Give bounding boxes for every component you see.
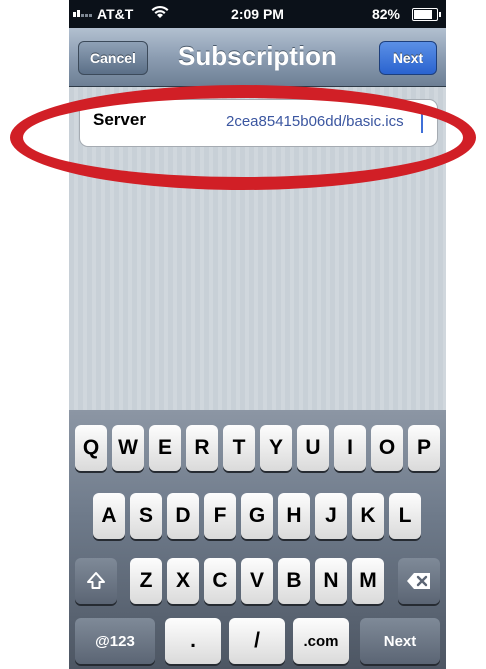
key-z[interactable]: Z [130, 558, 162, 604]
slash-key[interactable]: / [229, 618, 285, 664]
text-cursor [421, 111, 423, 133]
shift-key[interactable] [75, 558, 117, 604]
next-button[interactable]: Next [379, 41, 437, 75]
backspace-key[interactable] [398, 558, 440, 604]
key-y[interactable]: Y [260, 425, 292, 471]
key-g[interactable]: G [241, 493, 273, 539]
server-label: Server [93, 110, 146, 129]
battery-percent: 82% [371, 6, 400, 22]
phone-screen: AT&T 2:09 PM 82% Cancel Subscription Nex… [69, 0, 446, 669]
dotcom-key[interactable]: .com [293, 618, 349, 664]
key-w[interactable]: W [112, 425, 144, 471]
key-j[interactable]: J [315, 493, 347, 539]
server-input[interactable]: 2cea85415b06dd/basic.ics [226, 113, 404, 130]
key-v[interactable]: V [241, 558, 273, 604]
key-m[interactable]: M [352, 558, 384, 604]
key-f[interactable]: F [204, 493, 236, 539]
key-b[interactable]: B [278, 558, 310, 604]
key-r[interactable]: R [186, 425, 218, 471]
dot-key[interactable]: . [165, 618, 221, 664]
shift-icon [87, 572, 105, 589]
backspace-icon [407, 573, 430, 589]
key-l[interactable]: L [389, 493, 421, 539]
key-q[interactable]: Q [75, 425, 107, 471]
key-c[interactable]: C [204, 558, 236, 604]
navigation-bar: Cancel Subscription Next [69, 28, 446, 87]
key-o[interactable]: O [371, 425, 403, 471]
keyboard: Q W E R T Y U I O P A S D F G H J K L Z … [69, 410, 446, 669]
key-d[interactable]: D [167, 493, 199, 539]
key-s[interactable]: S [130, 493, 162, 539]
key-h[interactable]: H [278, 493, 310, 539]
key-x[interactable]: X [167, 558, 199, 604]
key-i[interactable]: I [334, 425, 366, 471]
key-e[interactable]: E [149, 425, 181, 471]
numbers-key[interactable]: @123 [75, 618, 155, 664]
status-bar: AT&T 2:09 PM 82% [69, 0, 446, 28]
key-n[interactable]: N [315, 558, 347, 604]
key-p[interactable]: P [408, 425, 440, 471]
key-u[interactable]: U [297, 425, 329, 471]
return-next-key[interactable]: Next [360, 618, 440, 664]
key-a[interactable]: A [93, 493, 125, 539]
form-area: Server 2cea85415b06dd/basic.ics [69, 87, 446, 410]
key-k[interactable]: K [352, 493, 384, 539]
key-t[interactable]: T [223, 425, 255, 471]
server-row[interactable]: Server 2cea85415b06dd/basic.ics [79, 99, 438, 147]
battery-icon [412, 8, 441, 21]
